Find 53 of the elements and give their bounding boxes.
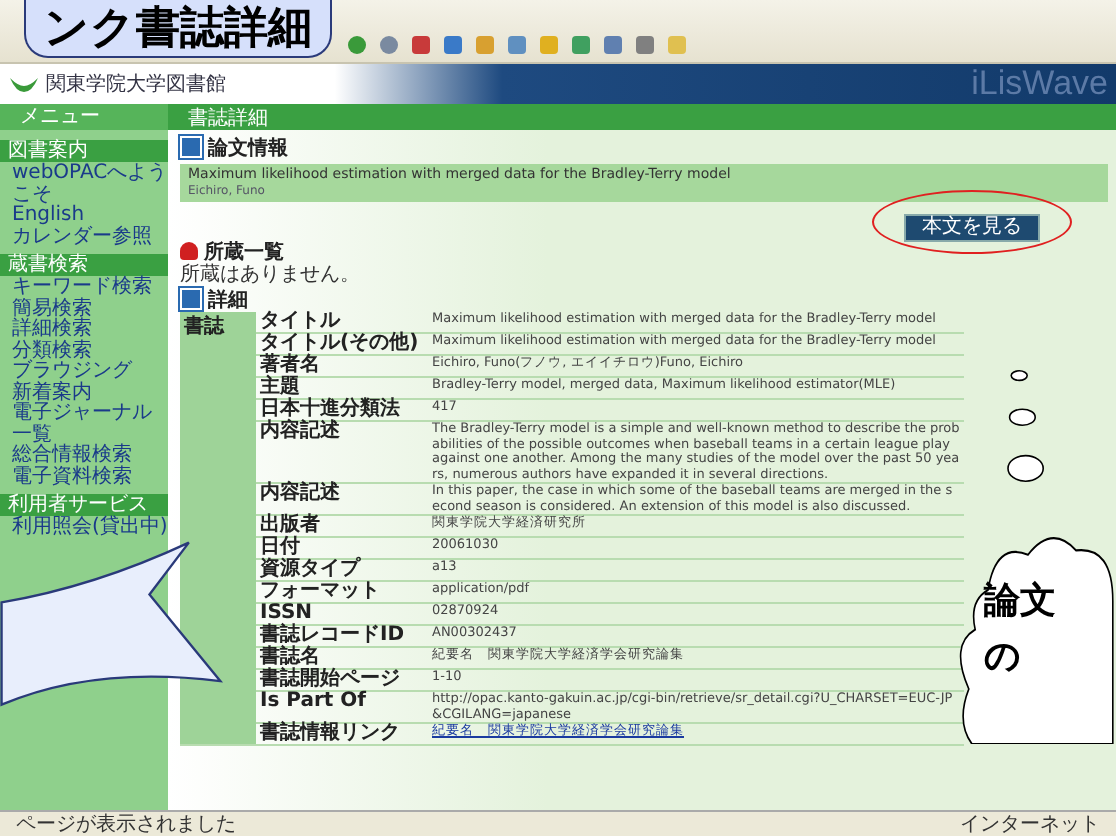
sidebar-link[interactable]: 詳細検索 [0, 320, 168, 341]
sidebar-link[interactable]: ブラウジング [0, 362, 168, 383]
sidebar-link[interactable]: 電子ジャーナル一覧 [0, 404, 168, 446]
field-label: 著者名 [256, 355, 428, 377]
cloud-text: の [984, 634, 1022, 680]
document-icon [180, 136, 202, 158]
field-label: ISSN [256, 603, 428, 625]
sidebar-link[interactable]: 分類検索 [0, 341, 168, 362]
section-title: 書誌詳細 [186, 105, 268, 131]
field-label: 内容記述 [256, 421, 428, 483]
cloud-text: 論文 [984, 578, 1056, 624]
status-zone: インターネット [960, 813, 1100, 835]
document-icon [180, 288, 202, 310]
holdings-icon [180, 242, 198, 260]
sidebar-link[interactable]: キーワード検索 [0, 278, 168, 299]
field-label: 出版者 [256, 515, 428, 537]
sidebar-link[interactable]: 利用照会(貸出中) [0, 518, 168, 539]
sidebar-link[interactable]: 総合情報検索 [0, 446, 168, 467]
brand-logo-text: iLisWave [971, 64, 1110, 104]
fulltext-button[interactable]: 本文を見る [904, 214, 1040, 242]
field-label: 内容記述 [256, 483, 428, 515]
sidebar-link[interactable]: カレンダー参照 [0, 227, 168, 248]
field-label: 書誌開始ページ [256, 669, 428, 691]
sidebar-heading: 蔵書検索 [0, 254, 168, 276]
slide-title: ンク書誌詳細 [44, 2, 312, 58]
section-heading: 所蔵一覧 [204, 239, 284, 263]
field-label: 資源タイプ [256, 559, 428, 581]
field-label: 書誌情報リンク [256, 723, 428, 745]
sidebar-link[interactable]: webOPACへようこそ [0, 164, 168, 206]
sidebar-link[interactable]: 新着案内 [0, 383, 168, 404]
field-label: 主題 [256, 377, 428, 399]
field-label: Is Part Of [256, 691, 428, 723]
section-heading: 詳細 [208, 287, 248, 313]
menu-heading: メニュー [0, 104, 168, 130]
field-label: 書誌名 [256, 647, 428, 669]
thought-bubble-dots [1007, 370, 1044, 482]
holdings-message: 所蔵はありません。 [180, 264, 362, 286]
site-name: 関東学院大学図書館 [46, 71, 226, 98]
sidebar-link[interactable]: 電子資料検索 [0, 467, 168, 488]
section-heading: 論文情報 [208, 135, 288, 161]
field-label: タイトル [256, 312, 428, 333]
leaf-logo-icon [8, 74, 40, 94]
sidebar-link[interactable]: English [0, 206, 168, 227]
sidebar-link[interactable]: 簡易検索 [0, 299, 168, 320]
field-label: 書誌レコードID [256, 625, 428, 647]
field-label: 日付 [256, 537, 428, 559]
field-label: 日本十進分類法 [256, 399, 428, 421]
sidebar-heading: 図書案内 [0, 140, 168, 162]
sidebar-heading: 利用者サービス [0, 494, 168, 516]
field-label: タイトル(その他) [256, 333, 428, 355]
status-message: ページが表示されました [16, 813, 236, 835]
field-label: フォーマット [256, 581, 428, 603]
table-cell: 書誌 [180, 312, 256, 745]
